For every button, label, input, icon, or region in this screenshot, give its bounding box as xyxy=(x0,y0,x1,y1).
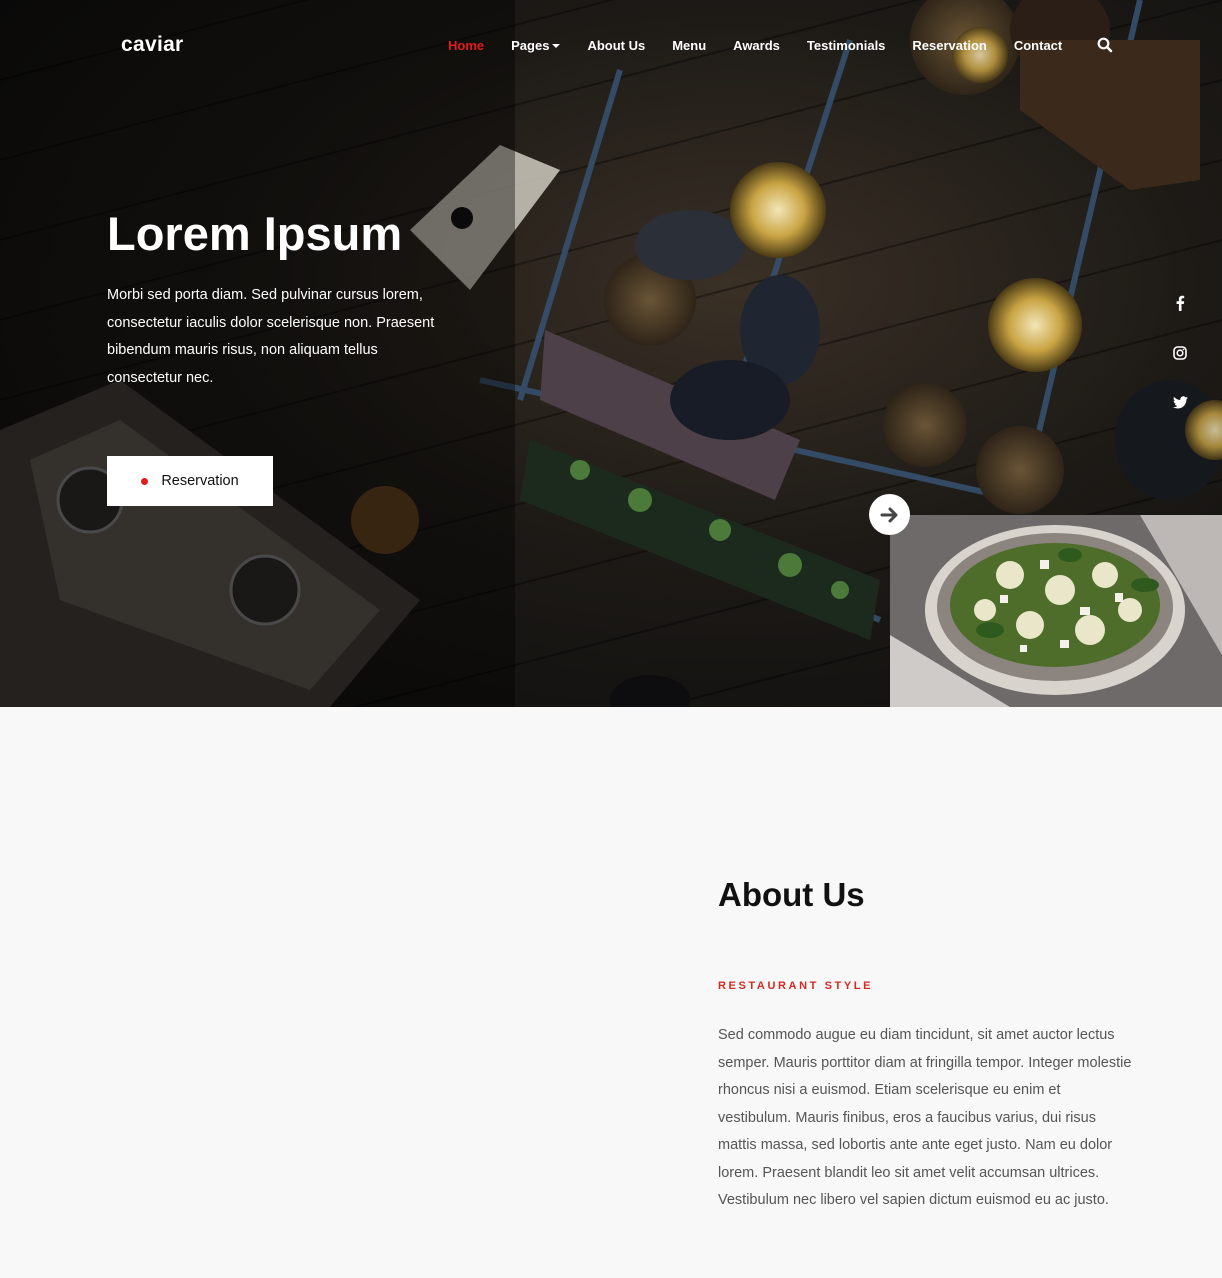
salad-bowl-image xyxy=(890,515,1222,707)
nav-home[interactable]: Home xyxy=(448,38,484,53)
reservation-button-label: Reservation xyxy=(161,473,239,489)
nav-contact[interactable]: Contact xyxy=(1014,38,1062,53)
search-icon[interactable] xyxy=(1097,37,1115,55)
about-subtitle: RESTAURANT STYLE xyxy=(718,980,874,992)
nav-reservation[interactable]: Reservation xyxy=(912,38,986,53)
nav-menu[interactable]: Menu xyxy=(672,38,706,53)
instagram-icon[interactable] xyxy=(1170,343,1190,363)
about-title: About Us xyxy=(718,876,865,913)
about-description: Sed commodo augue eu diam tincidunt, sit… xyxy=(718,1027,1132,1208)
nav-pages[interactable]: Pages xyxy=(511,38,561,53)
nav-about-us[interactable]: About Us xyxy=(587,38,645,53)
hero-title: Lorem Ipsum xyxy=(107,207,403,260)
nav-awards[interactable]: Awards xyxy=(733,38,780,53)
twitter-icon[interactable] xyxy=(1170,392,1190,412)
brand-logo[interactable]: caviar xyxy=(121,33,184,57)
nav-pages-label: Pages xyxy=(511,38,550,53)
reservation-button[interactable]: Reservation xyxy=(107,456,273,506)
dot-icon xyxy=(141,477,149,485)
hero-description: Morbi sed porta diam. Sed pulvinar cursu… xyxy=(107,287,435,386)
nav-testimonials[interactable]: Testimonials xyxy=(807,38,886,53)
facebook-icon[interactable] xyxy=(1170,293,1190,313)
arrow-right-icon[interactable] xyxy=(869,494,910,535)
main-nav: Home Pages About Us Menu Awards Testimon… xyxy=(448,38,1089,53)
chevron-down-icon xyxy=(552,44,561,48)
